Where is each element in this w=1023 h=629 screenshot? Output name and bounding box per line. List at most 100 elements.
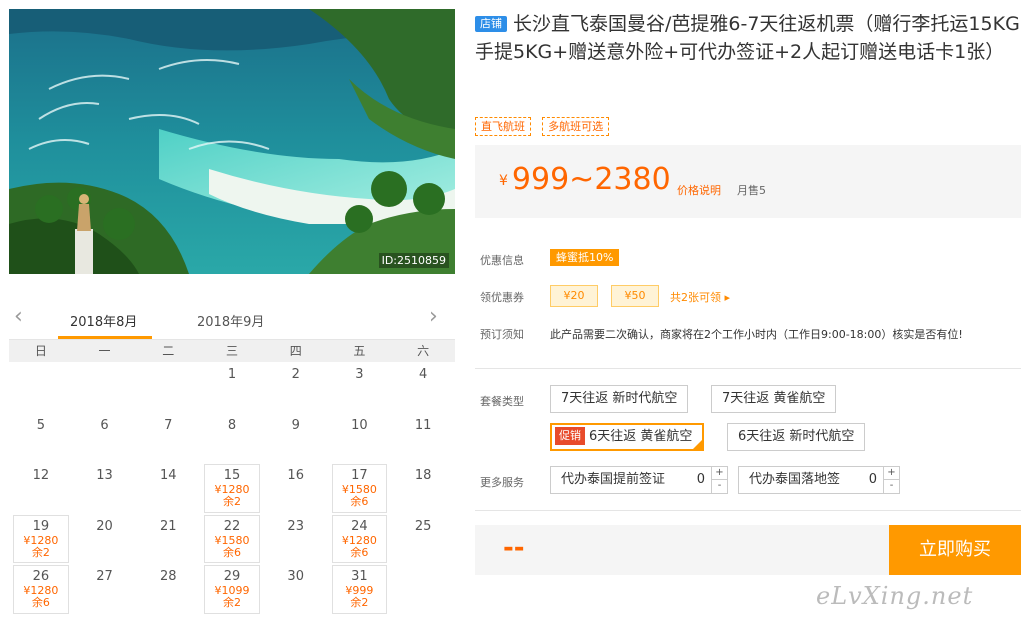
prev-month-chevron-icon[interactable]: ‹ xyxy=(14,306,32,328)
increment-button[interactable]: + xyxy=(883,467,899,480)
day-number: 8 xyxy=(227,417,237,433)
weekday-label: 日 xyxy=(34,344,47,358)
calendar-day: 6 xyxy=(73,413,137,464)
buy-now-button[interactable]: 立即购买 xyxy=(889,525,1021,575)
day-number: 24 xyxy=(351,518,368,534)
coupon-more-link[interactable]: 共2张可领 ▸ xyxy=(670,289,730,305)
quantity-stepper-value[interactable]: 0 xyxy=(857,467,877,493)
service-visa-on-arrival: 代办泰国落地签 0 + - xyxy=(738,466,900,494)
weekday-label: 六 xyxy=(417,344,430,358)
calendar-day: 3 xyxy=(328,362,392,413)
coupon-20[interactable]: ¥20 xyxy=(550,285,598,307)
day-remaining: 余2 xyxy=(222,495,241,508)
calendar-day-available[interactable]: 19 ¥1280 余2 xyxy=(13,514,69,563)
price-explanation-link[interactable]: 价格说明 xyxy=(677,182,721,198)
monthly-sales: 月售5 xyxy=(737,184,766,197)
calendar-day xyxy=(73,362,137,413)
weekday-label: 二 xyxy=(162,344,175,358)
calendar-day: 30 xyxy=(264,564,328,615)
day-number: 11 xyxy=(414,417,432,433)
coupon-50[interactable]: ¥50 xyxy=(611,285,659,307)
weekday-label: 一 xyxy=(98,344,111,358)
decrement-button[interactable]: - xyxy=(711,480,727,493)
day-number: 16 xyxy=(287,468,304,483)
day-number: 6 xyxy=(100,417,109,433)
calendar-day-available[interactable]: 26 ¥1280 余6 xyxy=(13,565,69,614)
sale-badge: 促销 xyxy=(555,427,585,445)
day-number: 19 xyxy=(32,518,50,534)
notice-label: 预订须知 xyxy=(480,328,524,341)
calendar-day: 18 xyxy=(391,463,455,514)
day-number: 14 xyxy=(160,468,177,483)
service-visa-in-advance: 代办泰国提前签证 0 + - xyxy=(550,466,728,494)
calendar-day-available[interactable]: 24 ¥1280 余6 xyxy=(331,514,388,563)
calendar-day-available[interactable]: 15 ¥1280 余2 xyxy=(204,464,260,513)
day-number: 12 xyxy=(32,468,50,483)
package-option-6d-new-gen[interactable]: 6天往返 新时代航空 xyxy=(727,423,866,451)
calendar-nav: ‹ 2018年8月 2018年9月 › xyxy=(9,300,455,340)
calendar-day: 27 xyxy=(73,564,137,615)
decrement-button[interactable]: - xyxy=(883,480,899,493)
site-watermark: eLvXing.net xyxy=(816,582,974,610)
package-option-7d-sparrow[interactable]: 7天往返 黄雀航空 xyxy=(711,385,837,413)
calendar-day: 20 xyxy=(73,514,137,565)
weekday-header: 日 一 二 三 四 五 六 xyxy=(9,340,455,362)
day-number: 2 xyxy=(291,367,300,382)
package-option-7d-new-gen[interactable]: 7天往返 新时代航空 xyxy=(550,385,689,413)
next-month-chevron-icon[interactable]: › xyxy=(429,306,447,328)
calendar-day-available[interactable]: 17 ¥1580 余6 xyxy=(331,464,388,513)
calendar-day: 7 xyxy=(136,413,200,464)
calendar-day: 13 xyxy=(73,463,137,514)
product-header: 店铺 长沙直飞泰国曼谷/芭提雅6-7天往返机票（赠行李托运15KG手提5KG+赠送… xyxy=(475,10,1021,66)
price-range-value: 999~2380 xyxy=(511,162,671,197)
service-name: 代办泰国落地签 xyxy=(749,472,841,487)
month-tab-underline xyxy=(58,336,152,339)
day-remaining: 余6 xyxy=(350,545,369,559)
calendar-day-available[interactable]: 31 ¥999 余2 xyxy=(331,565,388,614)
calendar-day xyxy=(391,564,455,615)
month-tab-current[interactable]: 2018年8月 xyxy=(70,311,137,330)
day-price: ¥1580 xyxy=(214,533,250,547)
day-remaining: 余6 xyxy=(350,495,369,508)
day-number: 27 xyxy=(96,569,113,584)
day-number: 4 xyxy=(419,367,428,382)
calendar-day-available[interactable]: 29 ¥1099 余2 xyxy=(204,565,260,614)
increment-button[interactable]: + xyxy=(711,467,727,480)
month-tab-next[interactable]: 2018年9月 xyxy=(197,311,264,330)
weekday-label: 五 xyxy=(353,344,366,358)
day-number: 22 xyxy=(223,518,241,534)
day-remaining: 余6 xyxy=(222,545,241,559)
package-option-6d-sparrow-selected[interactable]: 促销 6天往返 黄雀航空 xyxy=(550,423,705,451)
day-number: 3 xyxy=(355,367,364,382)
coupon-label: 领优惠券 xyxy=(480,291,524,304)
price-box: ¥999~2380 价格说明 月售5 xyxy=(475,145,1021,218)
section-divider xyxy=(475,368,1021,369)
calendar-day-available[interactable]: 22 ¥1580 余6 xyxy=(204,514,260,563)
day-number: 28 xyxy=(160,569,177,584)
day-number: 10 xyxy=(351,417,368,433)
day-remaining: 余2 xyxy=(350,596,369,609)
selected-corner-icon xyxy=(693,440,703,449)
calendar-day xyxy=(136,362,200,413)
day-number: 7 xyxy=(164,417,173,433)
total-price: -- xyxy=(503,533,525,563)
package-option-label: 6天往返 黄雀航空 xyxy=(589,429,693,444)
calendar-day xyxy=(9,362,73,413)
calendar-day: 12 xyxy=(9,463,73,514)
calendar-day: 11 xyxy=(391,413,455,464)
day-number: 5 xyxy=(36,417,45,433)
quantity-stepper-value[interactable]: 0 xyxy=(685,467,705,493)
promo-badge: 蜂蜜抵10% xyxy=(550,249,620,266)
calendar-day: 16 xyxy=(264,463,328,514)
calendar-day: 28 xyxy=(136,564,200,615)
package-type-label: 套餐类型 xyxy=(480,395,524,408)
calendar-day: 23 xyxy=(264,514,328,565)
calendar-day: 4 xyxy=(391,362,455,413)
calendar-day: 10 xyxy=(328,413,392,464)
product-title-text: 长沙直飞泰国曼谷/芭提雅6-7天往返机票（赠行李托运15KG手提5KG+赠送意外… xyxy=(475,13,1020,63)
day-price: ¥1280 xyxy=(341,533,377,547)
calendar-day: 5 xyxy=(9,413,73,464)
day-number: 25 xyxy=(414,518,432,534)
calendar-day: 2 xyxy=(264,362,328,413)
calendar-day: 8 xyxy=(200,413,264,464)
